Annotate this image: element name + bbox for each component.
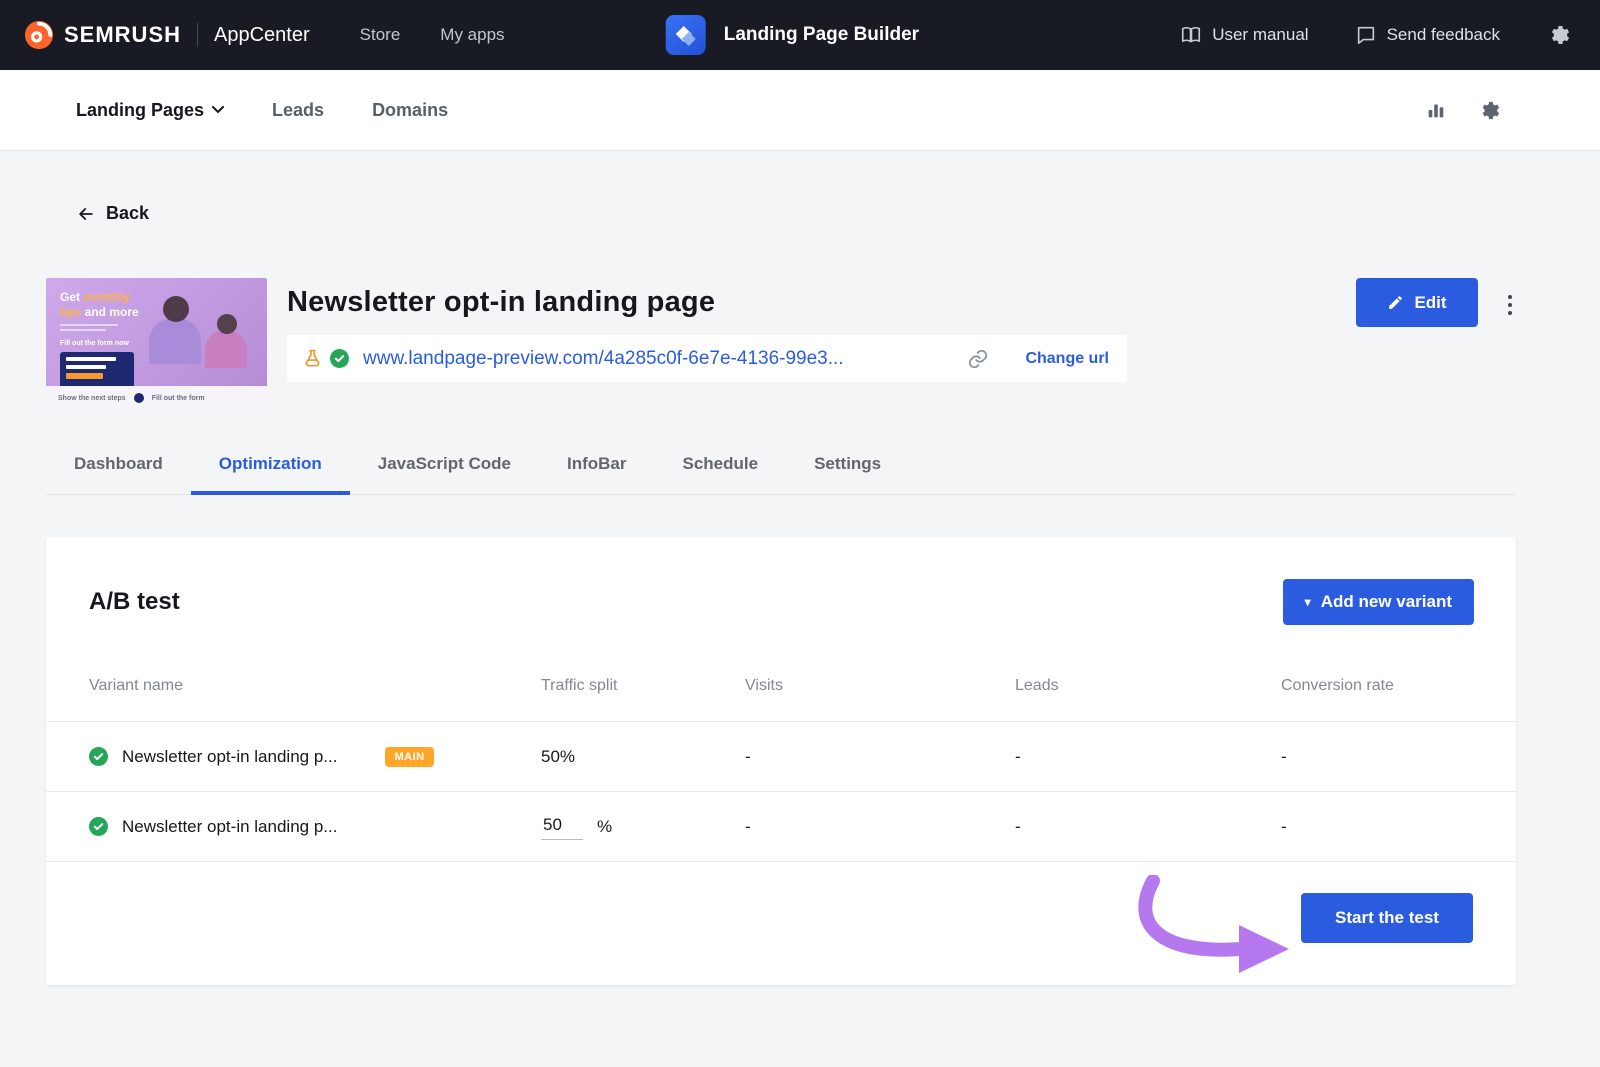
thumb-text-lines — [60, 324, 118, 334]
tab-javascript-code[interactable]: JavaScript Code — [350, 454, 539, 494]
change-url-button[interactable]: Change url — [1025, 350, 1109, 368]
col-leads: Leads — [1015, 677, 1281, 695]
variant-name[interactable]: Newsletter opt-in landing p... — [122, 817, 337, 837]
landing-pages-label: Landing Pages — [76, 100, 204, 121]
subnav-landing-pages[interactable]: Landing Pages — [76, 100, 224, 121]
conversion-value: - — [1281, 747, 1473, 767]
copy-link-icon[interactable] — [967, 348, 989, 370]
secondary-nav: Landing Pages Leads Domains — [0, 70, 1600, 151]
url-verified-check-icon — [330, 349, 349, 368]
thumb-form-label: Fill out the form — [152, 395, 205, 402]
back-label: Back — [106, 203, 149, 224]
tab-bar: Dashboard Optimization JavaScript Code I… — [46, 454, 1516, 495]
topbar-actions: User manual Send feedback — [1180, 23, 1576, 47]
variant-active-check-icon — [89, 817, 108, 836]
arrow-left-icon — [76, 204, 96, 224]
table-header: Variant name Traffic split Visits Leads … — [46, 677, 1516, 721]
traffic-split-value: 50% — [541, 747, 745, 767]
col-variant-name: Variant name — [89, 677, 541, 695]
nav-store[interactable]: Store — [360, 25, 401, 45]
variant-active-check-icon — [89, 747, 108, 766]
edit-label: Edit — [1414, 293, 1446, 313]
purple-arrow-annotation — [1131, 875, 1301, 975]
book-icon — [1180, 24, 1202, 46]
tab-infobar[interactable]: InfoBar — [539, 454, 655, 494]
send-feedback-label: Send feedback — [1387, 25, 1500, 45]
semrush-logo-icon — [24, 20, 54, 50]
tab-dashboard[interactable]: Dashboard — [46, 454, 191, 494]
feedback-icon — [1355, 24, 1377, 46]
landing-page-thumbnail: Get monthly tips and more Fill out the f… — [46, 278, 267, 410]
thumb-cta: Fill out the form now — [60, 340, 129, 347]
landing-page-url-link[interactable]: www.landpage-preview.com/4a285c0f-6e7e-4… — [363, 348, 844, 370]
tab-optimization[interactable]: Optimization — [191, 454, 350, 494]
thumb-person-2 — [205, 330, 247, 368]
start-test-label: Start the test — [1335, 908, 1439, 928]
thumb-person-head — [163, 296, 189, 322]
table-row: Newsletter opt-in landing p... % - - - — [46, 791, 1516, 861]
back-button[interactable]: Back — [76, 203, 1516, 224]
analytics-chart-icon[interactable] — [1425, 99, 1447, 121]
top-bar: SEMRUSH AppCenter Store My apps Landing … — [0, 0, 1600, 70]
col-visits: Visits — [745, 677, 1015, 695]
percent-suffix: % — [597, 817, 612, 837]
ab-test-title: A/B test — [89, 588, 180, 616]
thumb-headline: Get monthly tips and more — [60, 290, 139, 320]
subnav-leads[interactable]: Leads — [272, 100, 324, 121]
visits-value: - — [745, 817, 1015, 837]
tab-settings[interactable]: Settings — [786, 454, 909, 494]
col-conversion-rate: Conversion rate — [1281, 677, 1473, 695]
main-content: Back Get monthly tips and more Fill out … — [0, 151, 1600, 985]
suite-name[interactable]: AppCenter — [214, 24, 310, 47]
app-title: Landing Page Builder — [724, 24, 919, 46]
thumb-bottom-strip: Show the next steps Fill out the form — [46, 386, 267, 410]
caret-down-icon: ▾ — [1305, 596, 1311, 608]
col-traffic-split: Traffic split — [541, 677, 745, 695]
brand-name: SEMRUSH — [64, 22, 181, 48]
edit-button[interactable]: Edit — [1356, 278, 1478, 327]
main-badge: MAIN — [385, 747, 433, 767]
url-bar: www.landpage-preview.com/4a285c0f-6e7e-4… — [287, 335, 1127, 382]
leads-value: - — [1015, 817, 1281, 837]
more-options-kebab-icon[interactable] — [1504, 291, 1516, 319]
leads-value: - — [1015, 747, 1281, 767]
nav-my-apps[interactable]: My apps — [440, 25, 504, 45]
user-manual-label: User manual — [1212, 25, 1308, 45]
chevron-down-icon — [212, 106, 224, 114]
add-variant-label: Add new variant — [1321, 592, 1452, 612]
send-feedback-link[interactable]: Send feedback — [1355, 24, 1500, 46]
visits-value: - — [745, 747, 1015, 767]
traffic-split-input[interactable] — [541, 813, 583, 840]
thumb-person-2-head — [217, 314, 237, 334]
pencil-icon — [1387, 294, 1404, 311]
brand-divider — [197, 23, 198, 47]
user-manual-link[interactable]: User manual — [1180, 24, 1308, 46]
subnav-domains[interactable]: Domains — [372, 100, 448, 121]
page-settings-gear-icon[interactable] — [1477, 99, 1500, 122]
current-app: Landing Page Builder — [666, 0, 919, 70]
thumb-step-dot — [134, 393, 144, 403]
semrush-logo[interactable]: SEMRUSH — [24, 20, 181, 50]
tab-schedule[interactable]: Schedule — [654, 454, 786, 494]
landing-page-builder-icon — [666, 15, 706, 55]
table-row: Newsletter opt-in landing p... MAIN 50% … — [46, 721, 1516, 791]
conversion-value: - — [1281, 817, 1473, 837]
top-nav: Store My apps — [360, 25, 505, 45]
card-footer: Start the test — [46, 861, 1516, 985]
topbar-settings-icon[interactable] — [1546, 23, 1570, 47]
start-the-test-button[interactable]: Start the test — [1301, 893, 1473, 943]
thumb-step-label: Show the next steps — [58, 395, 126, 402]
variant-name[interactable]: Newsletter opt-in landing p... — [122, 747, 337, 767]
ab-test-card: A/B test ▾ Add new variant Variant name … — [46, 537, 1516, 985]
page-title: Newsletter opt-in landing page — [287, 286, 1356, 319]
thumb-person — [149, 318, 201, 364]
ab-test-flask-icon — [303, 349, 322, 368]
add-new-variant-button[interactable]: ▾ Add new variant — [1283, 579, 1474, 625]
